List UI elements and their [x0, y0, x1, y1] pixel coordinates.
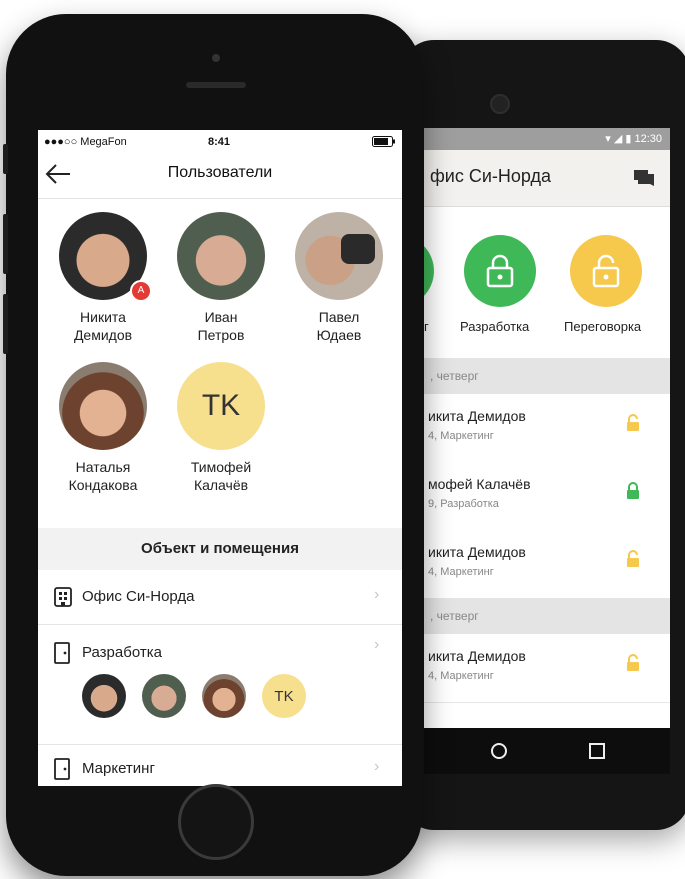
chevron-right-icon: ›	[374, 636, 380, 653]
member-avatar-initials: TK	[262, 674, 306, 718]
chevron-right-icon: ›	[374, 758, 380, 775]
volume-up-button	[3, 214, 8, 274]
room-label: Разработка	[82, 644, 162, 661]
admin-badge: A	[130, 280, 152, 302]
lock-icon	[627, 482, 639, 499]
home-circle-icon[interactable]	[490, 742, 508, 760]
unlock-icon	[592, 254, 620, 288]
door-icon	[54, 758, 70, 780]
recents-square-icon[interactable]	[588, 742, 606, 760]
room-label: Офис Си-Норда	[82, 588, 195, 605]
battery-icon	[372, 136, 395, 147]
user-name: Иван Петров	[197, 309, 245, 343]
chat-icon[interactable]	[634, 170, 654, 186]
room-row[interactable]: Маркетинг ›	[38, 744, 402, 786]
lock-icon	[627, 550, 639, 567]
user-card[interactable]: Павел Юдаев	[284, 212, 394, 344]
app-bar: фис Си-Норда	[424, 150, 670, 207]
avatar	[59, 362, 147, 450]
lock-icon	[627, 654, 639, 671]
log-sub: 9, Разработка	[428, 498, 499, 510]
android-status-bar: ▾ ◢ ▮ 12:30	[424, 128, 670, 150]
lock-icon	[486, 254, 514, 288]
carrier: ●●●○○ MegaFon	[44, 136, 127, 148]
avatar-initials: TK	[177, 362, 265, 450]
room-lock-button[interactable]	[570, 235, 642, 307]
member-avatar	[142, 674, 186, 718]
ios-screen: ●●●○○ MegaFon 8:41 Пользователи A Никита…	[38, 130, 402, 786]
room-row[interactable]: Офис Си-Норда ›	[38, 570, 402, 625]
room-label: г	[424, 319, 429, 334]
front-camera-icon	[212, 54, 220, 62]
room-lock-button[interactable]	[464, 235, 536, 307]
room-lock-button[interactable]	[424, 235, 434, 307]
log-row[interactable]: мофей Калачёв 9, Разработка	[424, 462, 670, 531]
ios-status-bar: ●●●○○ MegaFon 8:41	[38, 130, 402, 154]
status-time: 8:41	[208, 136, 231, 148]
log-name: икита Демидов	[428, 544, 526, 560]
page-title: Пользователи	[167, 164, 273, 181]
user-name: Павел Юдаев	[316, 309, 362, 343]
speaker	[186, 82, 246, 88]
log-sub: 4, Маркетинг	[428, 566, 494, 578]
chevron-right-icon: ›	[374, 586, 380, 603]
log-name: мофей Калачёв	[428, 476, 531, 492]
log-row[interactable]: икита Демидов 4, Маркетинг	[424, 394, 670, 463]
signal-icon: ▾ ◢ ▮	[605, 133, 635, 145]
rooms-strip: г Разработка Переговорка	[424, 207, 670, 357]
iphone: ●●●○○ MegaFon 8:41 Пользователи A Никита…	[3, 14, 422, 876]
door-icon	[54, 642, 70, 664]
status-time: 12:30	[634, 133, 662, 145]
lock-icon	[627, 414, 639, 431]
section-header: Объект и помещения	[38, 528, 402, 570]
nav-bar: Пользователи	[38, 154, 402, 199]
user-card[interactable]: Наталья Кондакова	[48, 362, 158, 494]
user-name: Никита Демидов	[73, 309, 133, 343]
log-row[interactable]: икита Демидов 4, Маркетинг	[424, 634, 670, 703]
user-name: Тимофей Калачёв	[190, 459, 252, 493]
android-screen: ▾ ◢ ▮ 12:30 фис Си-Норда г Разработка Пе…	[424, 128, 670, 728]
page-title: фис Си-Норда	[430, 166, 552, 186]
home-button[interactable]	[178, 784, 254, 860]
log-name: икита Демидов	[428, 408, 526, 424]
date-section-header: , четверг	[424, 598, 670, 634]
building-icon	[54, 587, 72, 607]
android-nav-bar	[424, 728, 670, 774]
room-label: Переговорка	[564, 319, 642, 334]
room-label: Маркетинг	[82, 760, 155, 777]
volume-down-button	[3, 294, 8, 354]
date-section-header: , четверг	[424, 358, 670, 394]
user-card[interactable]: TK Тимофей Калачёв	[166, 362, 276, 494]
room-row[interactable]: Разработка › TK	[38, 624, 402, 745]
mute-switch	[3, 144, 8, 174]
log-name: икита Демидов	[428, 648, 526, 664]
log-sub: 4, Маркетинг	[428, 430, 494, 442]
room-label: Разработка	[460, 319, 530, 334]
android-phone: ▾ ◢ ▮ 12:30 фис Си-Норда г Разработка Пе…	[400, 40, 685, 830]
member-avatar	[202, 674, 246, 718]
camera-icon	[341, 234, 375, 264]
log-sub: 4, Маркетинг	[428, 670, 494, 682]
user-name: Наталья Кондакова	[68, 459, 138, 493]
avatar	[177, 212, 265, 300]
user-card[interactable]: Иван Петров	[166, 212, 276, 344]
user-card[interactable]: A Никита Демидов	[48, 212, 158, 344]
log-row[interactable]: икита Демидов 4, Маркетинг	[424, 530, 670, 599]
camera-icon	[490, 94, 510, 114]
avatar	[295, 212, 383, 300]
member-avatar	[82, 674, 126, 718]
